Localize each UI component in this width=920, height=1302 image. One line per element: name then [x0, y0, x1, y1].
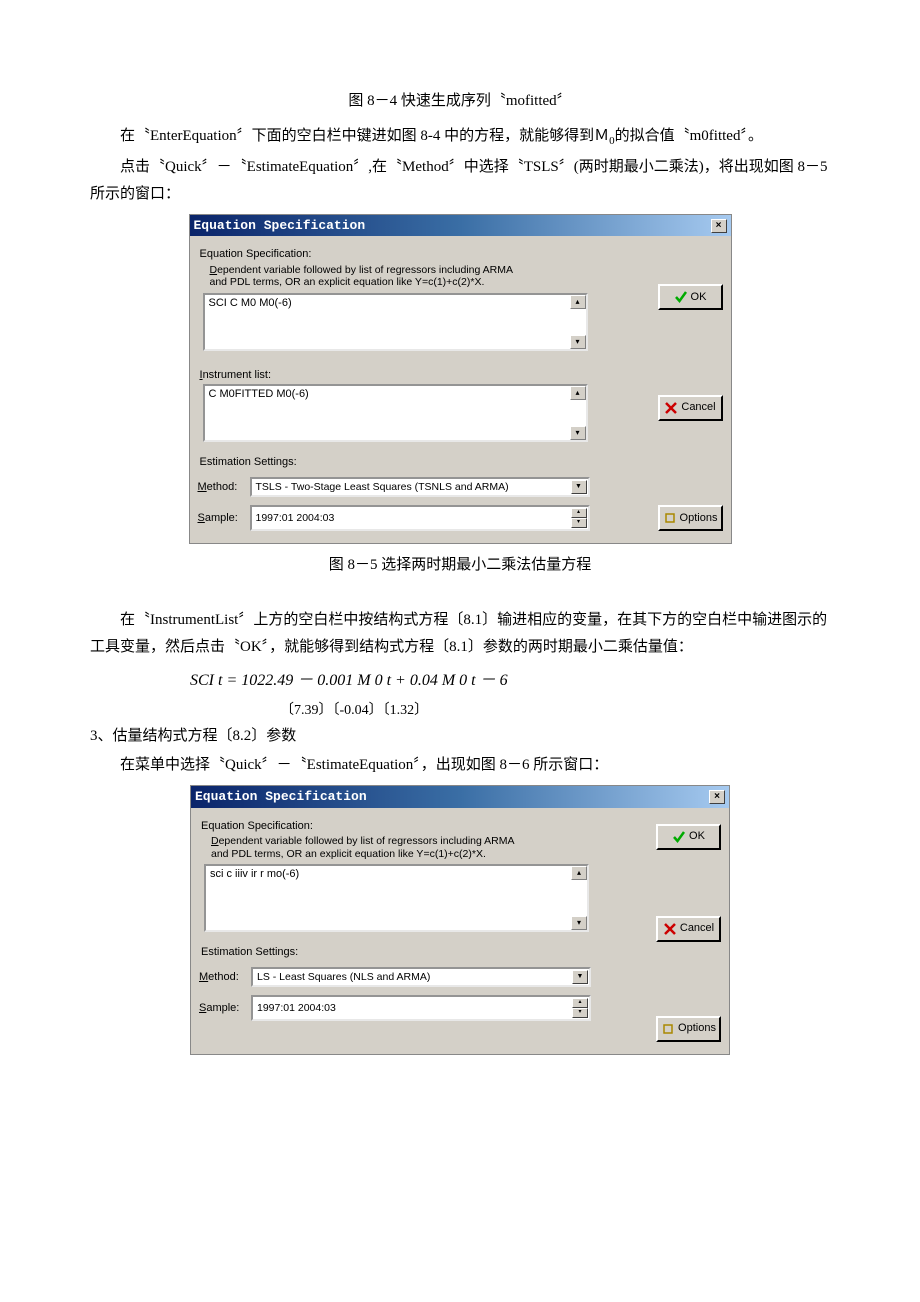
scroll-down-icon[interactable]: ▾	[571, 916, 587, 930]
equation-spec-dialog-ls: Equation Specification × Equation Specif…	[190, 785, 730, 1055]
close-icon[interactable]: ×	[709, 790, 725, 804]
equation-tvalues: 〔7.39〕〔-0.04〕〔1.32〕	[280, 698, 830, 723]
spec-help: Dependent variable followed by list of r…	[211, 835, 642, 860]
sample-input[interactable]: 1997:01 2004:03 ▴▾	[250, 505, 590, 531]
scroll-up-icon[interactable]: ▴	[570, 295, 586, 309]
paragraph-3: 在〝InstrumentList〞上方的空白栏中按结构式方程〔8.1〕输进相应的…	[90, 607, 830, 661]
spec-help: Dependent variable followed by list of r…	[210, 264, 644, 289]
instrument-list-input[interactable]: C M0FITTED M0(-6)	[203, 384, 588, 442]
method-label: Method:	[198, 481, 244, 494]
equation-spec-input[interactable]: sci c iiiv ir r mo(-6)	[204, 864, 589, 932]
cancel-button[interactable]: Cancel	[658, 395, 723, 421]
sample-input[interactable]: 1997:01 2004:03 ▴▾	[251, 995, 591, 1021]
spec-label: Equation Specification:	[200, 248, 650, 261]
scroll-up-icon[interactable]: ▴	[571, 866, 587, 880]
ok-button[interactable]: OK	[656, 824, 721, 850]
equation-8-1-result: SCI t = 1022.49 － 0.001 M 0 t + 0.04 M 0…	[190, 667, 830, 696]
method-select[interactable]: LS - Least Squares (NLS and ARMA)	[251, 967, 591, 987]
cancel-button[interactable]: Cancel	[656, 916, 721, 942]
options-icon	[661, 1022, 675, 1036]
titlebar: Equation Specification ×	[190, 215, 731, 237]
paragraph-2: 点击〝Quick〞－〝EstimateEquation〞,在〝Method〞中选…	[90, 154, 830, 208]
ok-button[interactable]: OK	[658, 284, 723, 310]
check-icon	[672, 830, 686, 844]
equation-spec-input[interactable]: SCI C M0 M0(-6)	[203, 293, 588, 351]
chevron-down-icon[interactable]	[571, 480, 587, 494]
paragraph-5: 在菜单中选择〝Quick〞－〝EstimateEquation〞，出现如图 8－…	[90, 752, 830, 779]
scroll-up-icon[interactable]: ▴	[570, 386, 586, 400]
figure-caption-8-4: 图 8－4 快速生成序列〝mofitted〞	[90, 88, 830, 115]
spec-label: Equation Specification:	[201, 820, 648, 833]
options-button[interactable]: Options	[656, 1016, 721, 1042]
equation-spec-dialog-tsls: Equation Specification × Equation Specif…	[189, 214, 732, 544]
figure-caption-8-5: 图 8－5 选择两时期最小二乘法估量方程	[90, 552, 830, 579]
options-icon	[663, 511, 677, 525]
check-icon	[674, 290, 688, 304]
spinner-icon[interactable]: ▴▾	[571, 508, 587, 528]
x-icon	[664, 401, 678, 415]
text: 在〝EnterEquation〞下面的空白栏中键进如图 8-4 中的方程，就能够…	[120, 128, 609, 144]
dialog-title: Equation Specification	[195, 789, 367, 805]
x-icon	[663, 922, 677, 936]
scroll-down-icon[interactable]: ▾	[570, 426, 586, 440]
settings-label: Estimation Settings:	[201, 946, 648, 959]
text: 的拟合值〝m0fitted〞。	[615, 128, 763, 144]
method-select[interactable]: TSLS - Two-Stage Least Squares (TSNLS an…	[250, 477, 590, 497]
instrument-label: Instrument list:	[200, 369, 650, 382]
close-icon[interactable]: ×	[711, 219, 727, 233]
options-button[interactable]: Options	[658, 505, 723, 531]
method-label: Method:	[199, 971, 245, 984]
paragraph-1: 在〝EnterEquation〞下面的空白栏中键进如图 8-4 中的方程，就能够…	[90, 123, 830, 152]
sample-label: Sample:	[199, 1002, 245, 1015]
dialog-title: Equation Specification	[194, 218, 366, 234]
settings-label: Estimation Settings:	[200, 456, 650, 469]
scroll-down-icon[interactable]: ▾	[570, 335, 586, 349]
sample-label: Sample:	[198, 512, 244, 525]
titlebar: Equation Specification ×	[191, 786, 729, 808]
spinner-icon[interactable]: ▴▾	[572, 998, 588, 1018]
chevron-down-icon[interactable]	[572, 970, 588, 984]
section-3-heading: 3、估量结构式方程〔8.2〕参数	[90, 723, 830, 750]
